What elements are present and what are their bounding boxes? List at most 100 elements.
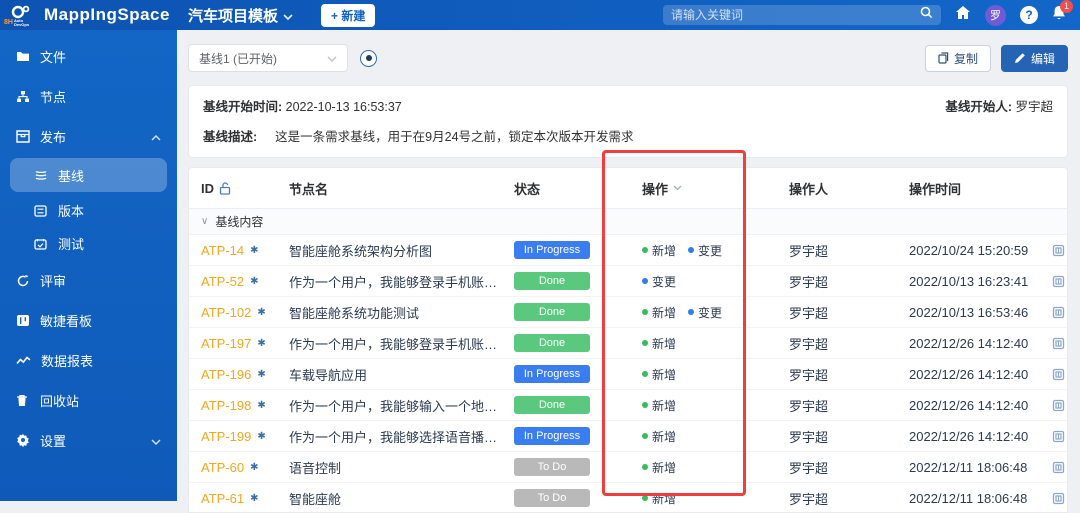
status-badge: Done (514, 303, 590, 321)
sidebar-item-versions[interactable]: 版本 (0, 194, 177, 227)
row-id[interactable]: ATP-14 (201, 243, 244, 258)
row-id[interactable]: ATP-102 (201, 305, 251, 320)
sidebar-item-files[interactable]: 文件 (0, 36, 177, 76)
snapshot-icon[interactable] (1052, 337, 1067, 350)
table-row[interactable]: ATP-60 ✱ 语音控制 To Do 新增 罗宇超 2022/12/11 18… (189, 452, 1067, 483)
col-header-time[interactable]: 操作时间 (909, 179, 1052, 198)
snapshot-icon[interactable] (1052, 430, 1067, 443)
op-dot-icon (642, 309, 648, 315)
snapshot-icon[interactable] (1052, 399, 1067, 412)
sidebar-item-settings[interactable]: 设置 (0, 420, 177, 460)
status-badge: In Progress (514, 365, 590, 383)
notifications-button[interactable]: 1 (1052, 0, 1073, 26)
table-row[interactable]: ATP-102 ✱ 智能座舱系统功能测试 Done 新增 变更 罗宇超 2022/… (189, 297, 1067, 328)
status-badge: To Do (514, 489, 590, 507)
sidebar-item-recycle[interactable]: 回收站 (0, 380, 177, 420)
cycle-arrows-icon (16, 274, 30, 287)
kanban-icon (16, 314, 30, 327)
starter-label: 基线开始人: (945, 100, 1012, 114)
snapshot-icon[interactable] (1052, 368, 1067, 381)
table-row[interactable]: ATP-52 ✱ 作为一个用户，我能够登录手机账… Done 变更 罗宇超 20… (189, 266, 1067, 297)
row-name[interactable]: 作为一个用户，我能够登录手机账… (289, 272, 514, 291)
table-body: ATP-14 ✱ 智能座舱系统架构分析图 In Progress 新增 变更 罗宇… (189, 235, 1067, 512)
row-name[interactable]: 作为一个用户，我能够选择语音播… (289, 427, 514, 446)
col-header-ops[interactable]: 操作 (624, 179, 789, 198)
baseline-select[interactable]: 基线1 (已开始) (188, 44, 348, 72)
row-name[interactable]: 智能座舱系统架构分析图 (289, 241, 514, 260)
row-name[interactable]: 语音控制 (289, 458, 514, 477)
frozen-asterisk-icon: ✱ (250, 461, 259, 473)
snapshot-icon[interactable] (1052, 244, 1067, 257)
col-header-id[interactable]: ID (201, 181, 289, 196)
snapshot-icon[interactable] (1052, 275, 1067, 288)
table-row[interactable]: ATP-14 ✱ 智能座舱系统架构分析图 In Progress 新增 变更 罗宇… (189, 235, 1067, 266)
chevron-up-icon[interactable] (151, 129, 161, 144)
frozen-asterisk-icon: ✱ (257, 306, 266, 318)
row-time: 2022/12/11 18:06:48 (909, 490, 1028, 506)
project-title: 汽车项目模板 (187, 7, 278, 25)
sidebar-item-review[interactable]: 评审 (0, 260, 177, 300)
app-logo[interactable]: 8H Auto DevOps (4, 4, 38, 27)
help-icon[interactable]: ? (1020, 6, 1038, 24)
brand-name: MappIngSpace (44, 5, 170, 24)
frozen-asterisk-icon: ✱ (250, 275, 259, 287)
row-id[interactable]: ATP-196 (201, 367, 251, 382)
col-header-status[interactable]: 状态 (514, 179, 624, 198)
frozen-asterisk-icon: ✱ (250, 244, 259, 256)
edit-button[interactable]: 编辑 (1000, 44, 1068, 72)
row-id[interactable]: ATP-198 (201, 398, 251, 413)
baseline-target-button[interactable] (360, 49, 377, 67)
row-id[interactable]: ATP-60 (201, 460, 244, 475)
table-row[interactable]: ATP-61 ✱ 智能座舱 To Do 新增 罗宇超 2022/12/11 18… (189, 483, 1067, 512)
row-time: 2022/12/26 14:12:40 (909, 335, 1029, 351)
sidebar-item-release[interactable]: 发布 (0, 116, 177, 156)
sidebar-item-kanban[interactable]: 敏捷看板 (0, 300, 177, 340)
chevron-down-icon[interactable] (151, 433, 161, 448)
copy-button[interactable]: 复制 (924, 44, 991, 72)
main-content: 基线1 (已开始) 复制 编辑 基线开始时间: 2022-10-13 16:53… (177, 30, 1080, 513)
snapshot-icon[interactable] (1052, 461, 1067, 474)
collapse-chevron-icon[interactable]: ∨ (201, 216, 208, 227)
row-name[interactable]: 作为一个用户，我能够登录手机账… (289, 334, 514, 353)
start-time-value: 2022-10-13 16:53:37 (285, 100, 402, 114)
avatar[interactable]: 罗 (985, 4, 1006, 26)
table-row[interactable]: ATP-199 ✱ 作为一个用户，我能够选择语音播… In Progress 新… (189, 421, 1067, 452)
col-header-person[interactable]: 操作人 (789, 179, 909, 198)
search-input[interactable] (671, 8, 920, 22)
col-header-name[interactable]: 节点名 (289, 179, 514, 198)
row-id[interactable]: ATP-197 (201, 336, 251, 351)
search-icon[interactable] (920, 6, 933, 24)
sidebar-item-tests[interactable]: 测试 (0, 227, 177, 260)
sidebar-item-baseline[interactable]: 基线 (10, 158, 167, 192)
project-title-dropdown[interactable]: 汽车项目模板 (188, 5, 293, 26)
row-name[interactable]: 作为一个用户，我能够输入一个地… (289, 396, 514, 415)
desc-label: 基线描述: (203, 130, 258, 144)
home-icon[interactable] (955, 5, 971, 25)
op-tag: 变更 (688, 304, 722, 321)
row-name[interactable]: 智能座舱系统功能测试 (289, 303, 514, 322)
group-row-baseline-content[interactable]: ∨ 基线内容 (189, 209, 1067, 235)
search-box[interactable] (663, 5, 941, 25)
row-time: 2022/12/26 14:12:40 (909, 366, 1029, 382)
op-tag: 新增 (642, 304, 676, 321)
chevron-down-icon (673, 185, 682, 191)
row-name[interactable]: 智能座舱 (289, 489, 514, 508)
row-name[interactable]: 车载导航应用 (289, 365, 514, 384)
table-row[interactable]: ATP-196 ✱ 车载导航应用 In Progress 新增 罗宇超 2022… (189, 359, 1067, 390)
table-row[interactable]: ATP-197 ✱ 作为一个用户，我能够登录手机账… Done 新增 罗宇超 2… (189, 328, 1067, 359)
row-id[interactable]: ATP-61 (201, 491, 244, 506)
new-button[interactable]: + 新建 (320, 3, 376, 27)
sidebar-item-reports[interactable]: 数据报表 (0, 340, 177, 380)
snapshot-icon[interactable] (1052, 306, 1067, 319)
table-header-row: ID 节点名 状态 操作 操作人 操作时间 (189, 168, 1067, 209)
row-id[interactable]: ATP-52 (201, 274, 244, 289)
table-row[interactable]: ATP-198 ✱ 作为一个用户，我能够输入一个地… Done 新增 罗宇超 2… (189, 390, 1067, 421)
op-dot-icon (688, 247, 695, 253)
snapshot-icon[interactable] (1052, 492, 1067, 505)
row-person: 罗宇超 (789, 367, 829, 383)
row-id[interactable]: ATP-199 (201, 429, 251, 444)
logo-swirl-icon (10, 4, 32, 19)
row-ops: 新增 (624, 397, 789, 414)
sidebar-item-nodes[interactable]: 节点 (0, 76, 177, 116)
edit-pencil-icon (1014, 53, 1025, 63)
